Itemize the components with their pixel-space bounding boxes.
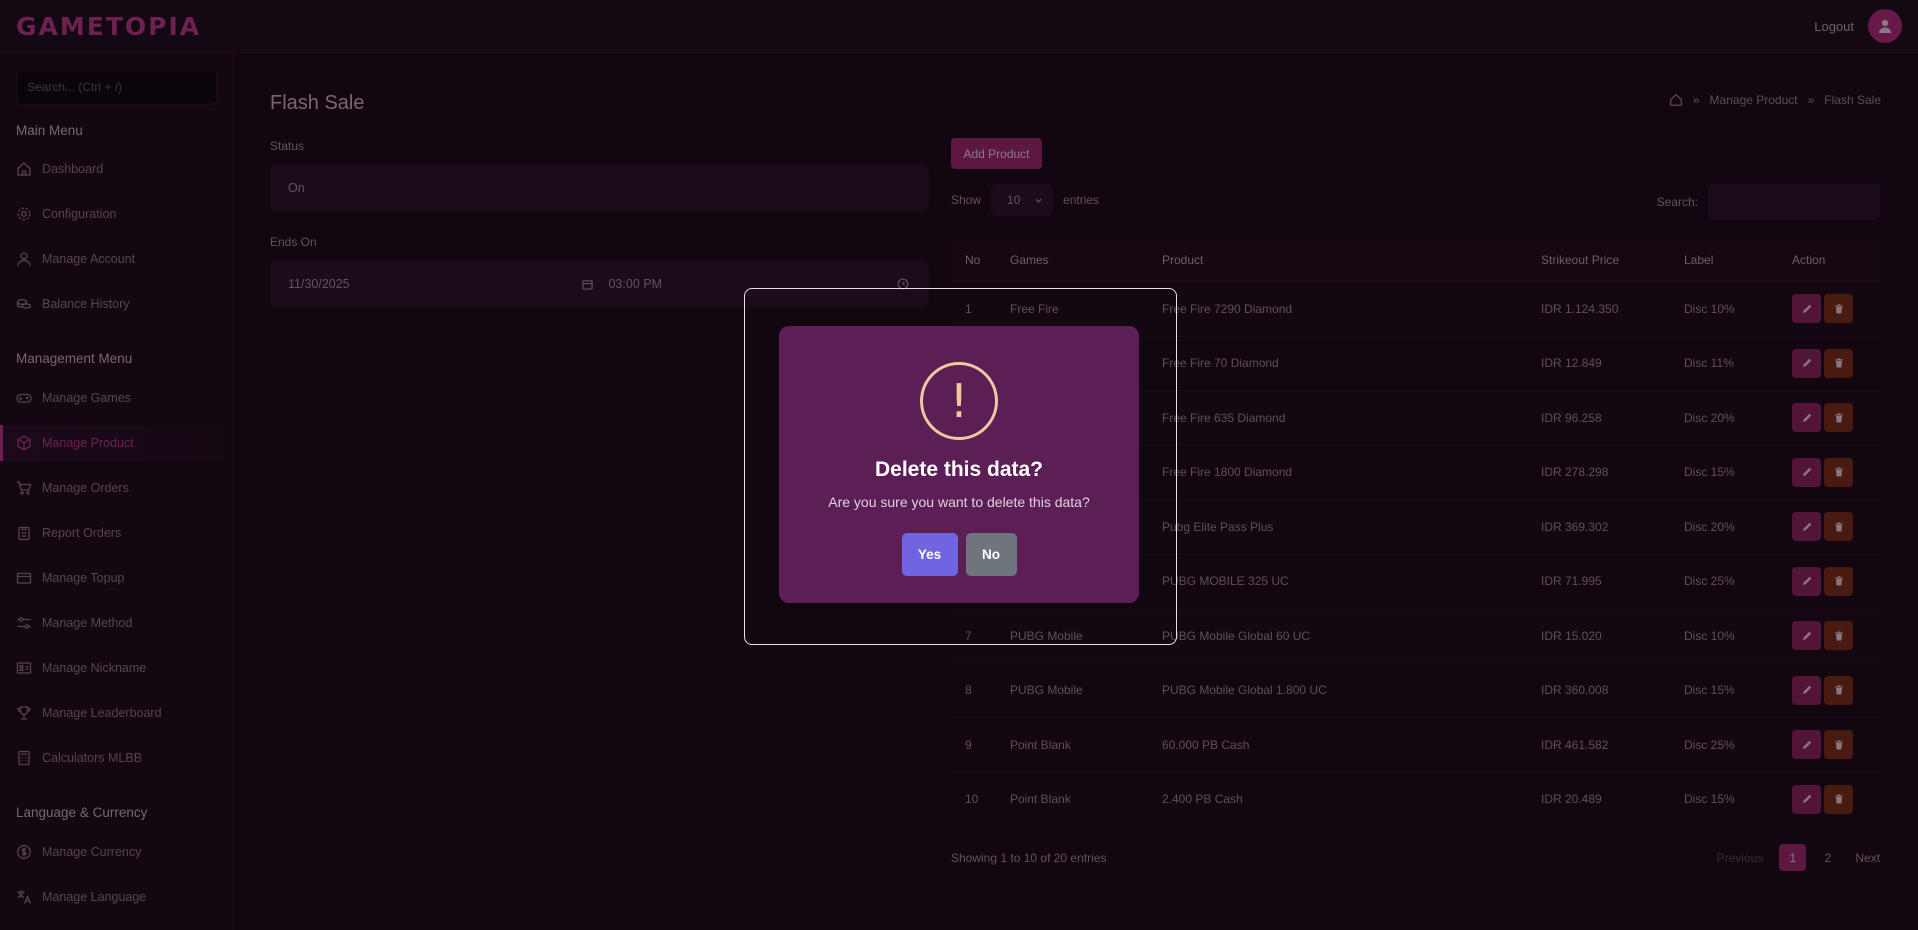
- dialog-message: Are you sure you want to delete this dat…: [828, 494, 1090, 510]
- dialog-title: Delete this data?: [874, 458, 1044, 481]
- confirm-yes-button[interactable]: Yes: [901, 533, 958, 576]
- confirm-no-button[interactable]: No: [965, 533, 1017, 576]
- exclamation-icon: !: [920, 362, 998, 440]
- dialog-actions: Yes No: [901, 533, 1017, 576]
- delete-confirm-dialog: ! Delete this data? Are you sure you wan…: [779, 326, 1139, 603]
